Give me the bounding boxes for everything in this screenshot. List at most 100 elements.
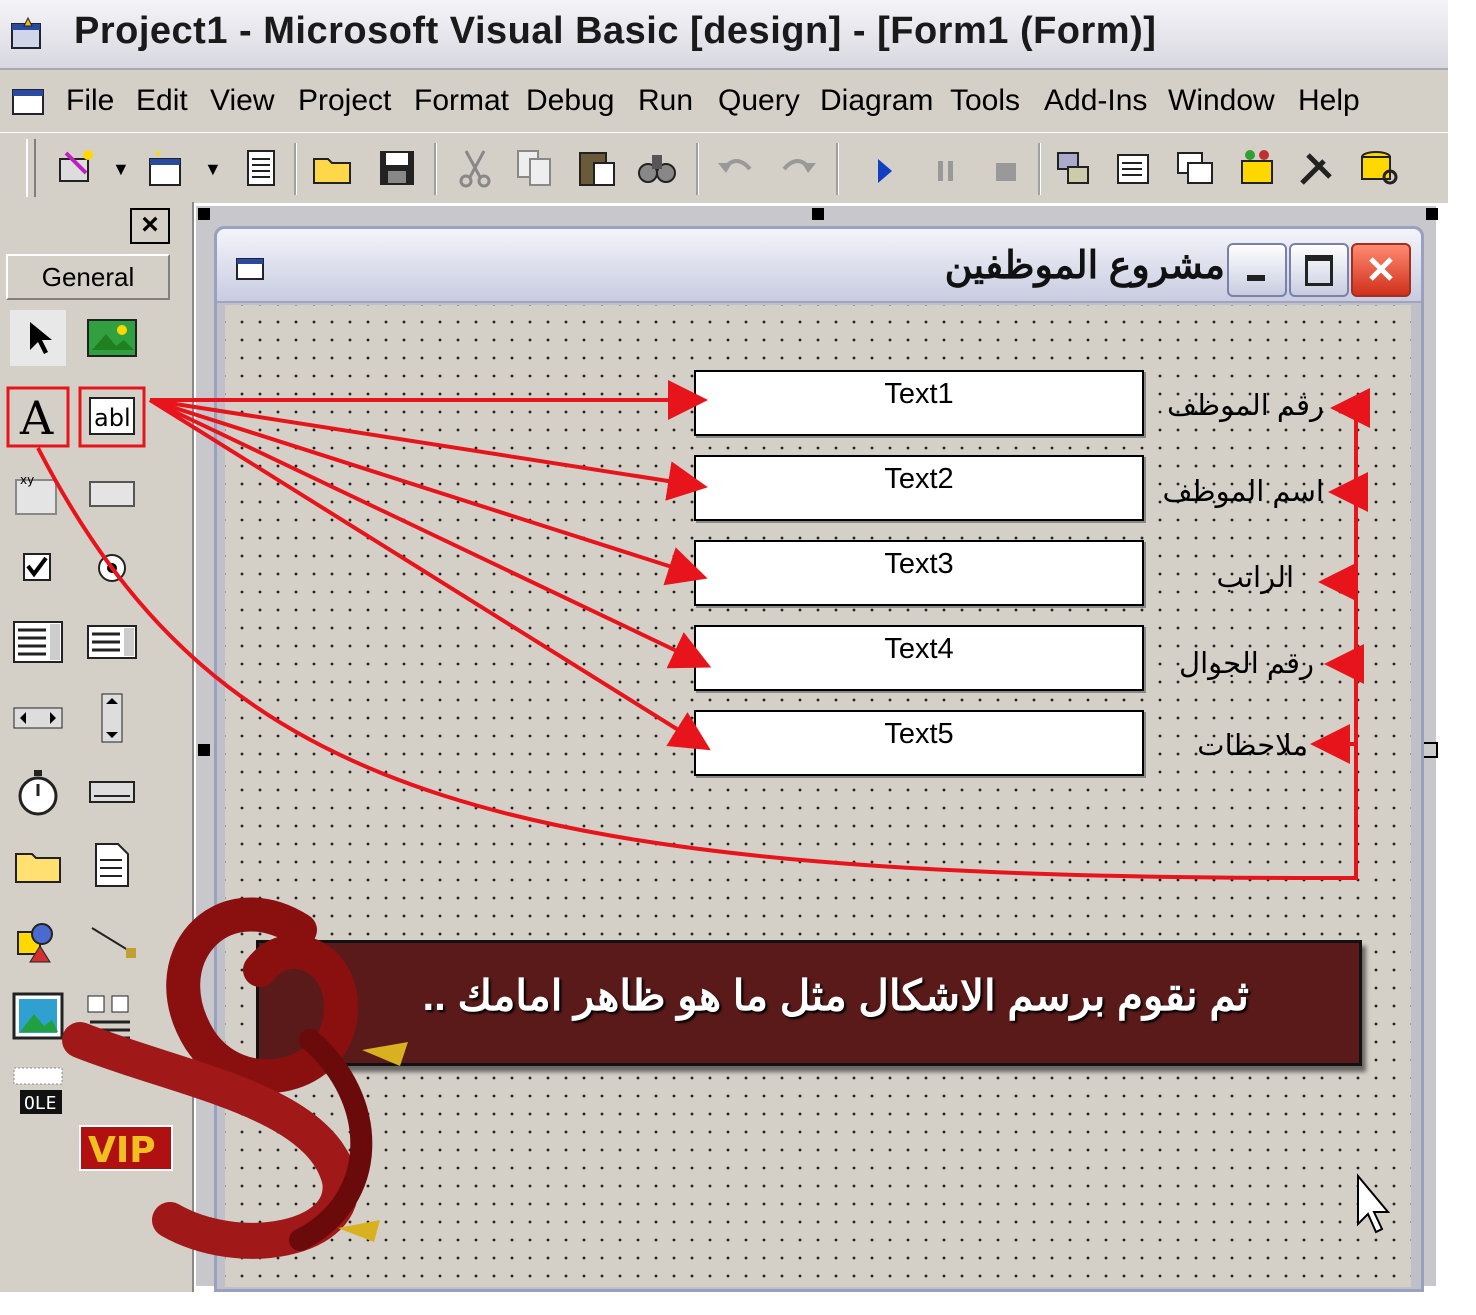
picturebox-icon[interactable] [84, 310, 140, 366]
open-folder-icon[interactable] [310, 145, 356, 191]
add-project-icon[interactable] [54, 145, 100, 191]
resize-handle[interactable] [1422, 742, 1438, 758]
toolbar-separator [836, 143, 839, 195]
optionbutton-icon[interactable] [84, 540, 140, 596]
menu-file[interactable]: File [66, 84, 114, 118]
drivelistbox-icon[interactable] [84, 764, 140, 820]
run-icon[interactable] [862, 145, 908, 191]
menu-diagram[interactable]: Diagram [820, 84, 933, 118]
instruction-banner: ثم نقوم برسم الاشكال مثل ما هو ظاهر امام… [256, 940, 1362, 1066]
minimize-button[interactable] [1227, 243, 1287, 297]
project-explorer-icon[interactable] [1050, 145, 1096, 191]
toolbar-separator [434, 143, 437, 195]
svg-text:xy: xy [20, 473, 34, 487]
ole-icon[interactable]: OLE [10, 1064, 66, 1120]
combobox-icon[interactable] [10, 614, 66, 670]
menu-debug[interactable]: Debug [526, 84, 614, 118]
timer-icon[interactable] [10, 764, 66, 820]
resize-handle[interactable] [1426, 208, 1438, 220]
menu-window[interactable]: Window [1168, 84, 1275, 118]
title-bar: Project1 - Microsoft Visual Basic [desig… [0, 0, 1448, 70]
standard-toolbar: ▼ ▼ [0, 132, 1448, 203]
commandbutton-icon[interactable] [84, 466, 140, 522]
form-icon [236, 258, 264, 280]
find-icon[interactable] [634, 145, 680, 191]
toolbox-panel: × General A abl xy OLE [0, 202, 194, 1292]
copy-icon[interactable] [512, 145, 558, 191]
toolbar-separator [294, 143, 297, 195]
menu-addins[interactable]: Add-Ins [1044, 84, 1147, 118]
save-icon[interactable] [374, 145, 420, 191]
toolbar-separator [1038, 143, 1041, 195]
textbox-text3[interactable]: Text3 [694, 540, 1144, 606]
menu-editor-icon[interactable] [238, 145, 284, 191]
menu-project[interactable]: Project [298, 84, 391, 118]
line-icon[interactable] [84, 914, 140, 970]
data-view-icon[interactable] [1356, 145, 1402, 191]
minimize-icon [1247, 275, 1265, 281]
object-browser-icon[interactable] [1234, 145, 1280, 191]
toolbar-grip[interactable] [26, 139, 36, 197]
maximize-icon [1305, 255, 1333, 286]
menu-view[interactable]: View [210, 84, 274, 118]
toolbox-tab-general[interactable]: General [6, 254, 170, 300]
listbox-icon[interactable] [84, 614, 140, 670]
frame-icon[interactable]: xy [10, 466, 66, 522]
menu-edit[interactable]: Edit [136, 84, 188, 118]
cut-icon[interactable] [452, 145, 498, 191]
dirlistbox-icon[interactable] [10, 838, 66, 894]
chevron-down-icon[interactable]: ▼ [112, 159, 130, 180]
window-title: Project1 - Microsoft Visual Basic [desig… [74, 10, 1157, 52]
menu-format[interactable]: Format [414, 84, 509, 118]
svg-text:A: A [19, 391, 54, 444]
resize-handle[interactable] [198, 208, 210, 220]
undo-icon[interactable] [714, 145, 760, 191]
image-icon[interactable] [10, 988, 66, 1044]
label-icon[interactable]: A [10, 388, 66, 444]
menu-run[interactable]: Run [638, 84, 693, 118]
hscrollbar-icon[interactable] [10, 690, 66, 746]
filelistbox-icon[interactable] [84, 838, 140, 894]
data-icon[interactable] [84, 988, 140, 1044]
form-title: مشروع الموظفين [944, 245, 1225, 287]
checkbox-icon[interactable] [10, 540, 66, 596]
form-layout-icon[interactable] [1172, 145, 1218, 191]
label-salary[interactable]: الراتب [1217, 560, 1295, 595]
form-grid[interactable] [225, 305, 1411, 1287]
redo-icon[interactable] [774, 145, 820, 191]
menu-tools[interactable]: Tools [950, 84, 1020, 118]
toolbox-icon[interactable] [1294, 145, 1340, 191]
resize-handle[interactable] [198, 744, 210, 756]
shape-icon[interactable] [10, 914, 66, 970]
pointer-icon[interactable] [10, 310, 66, 366]
close-icon [1369, 257, 1393, 281]
paste-icon[interactable] [574, 145, 620, 191]
textbox-text1[interactable]: Text1 [694, 370, 1144, 436]
label-employee-name[interactable]: اسم الموظف [1163, 474, 1324, 509]
vscrollbar-icon[interactable] [84, 690, 140, 746]
ole-label: OLE [24, 1093, 57, 1114]
vb-app-icon [11, 16, 41, 49]
stop-icon[interactable] [982, 145, 1028, 191]
label-mobile[interactable]: رقم الجوال [1179, 646, 1314, 681]
menu-help[interactable]: Help [1298, 84, 1360, 118]
close-button[interactable] [1351, 243, 1411, 297]
maximize-button[interactable] [1289, 243, 1349, 297]
textbox-text2[interactable]: Text2 [694, 455, 1144, 521]
label-employee-id[interactable]: رقم الموظف [1167, 388, 1324, 423]
pause-icon[interactable] [922, 145, 968, 191]
textbox-text4[interactable]: Text4 [694, 625, 1144, 691]
svg-text:abl: abl [94, 404, 131, 432]
label-notes[interactable]: ملاحظات [1197, 728, 1308, 763]
resize-handle[interactable] [812, 208, 824, 220]
menu-query[interactable]: Query [718, 84, 800, 118]
textbox-icon[interactable]: abl [84, 388, 140, 444]
menu-bar: File Edit View Project Format Debug Run … [0, 70, 1448, 132]
add-form-icon[interactable] [142, 145, 188, 191]
chevron-down-icon[interactable]: ▼ [204, 159, 222, 180]
form-title-bar[interactable]: مشروع الموظفين [217, 229, 1421, 303]
textbox-text5[interactable]: Text5 [694, 710, 1144, 776]
form-menu-icon[interactable] [10, 84, 48, 118]
properties-window-icon[interactable] [1110, 145, 1156, 191]
close-icon[interactable]: × [130, 208, 170, 244]
